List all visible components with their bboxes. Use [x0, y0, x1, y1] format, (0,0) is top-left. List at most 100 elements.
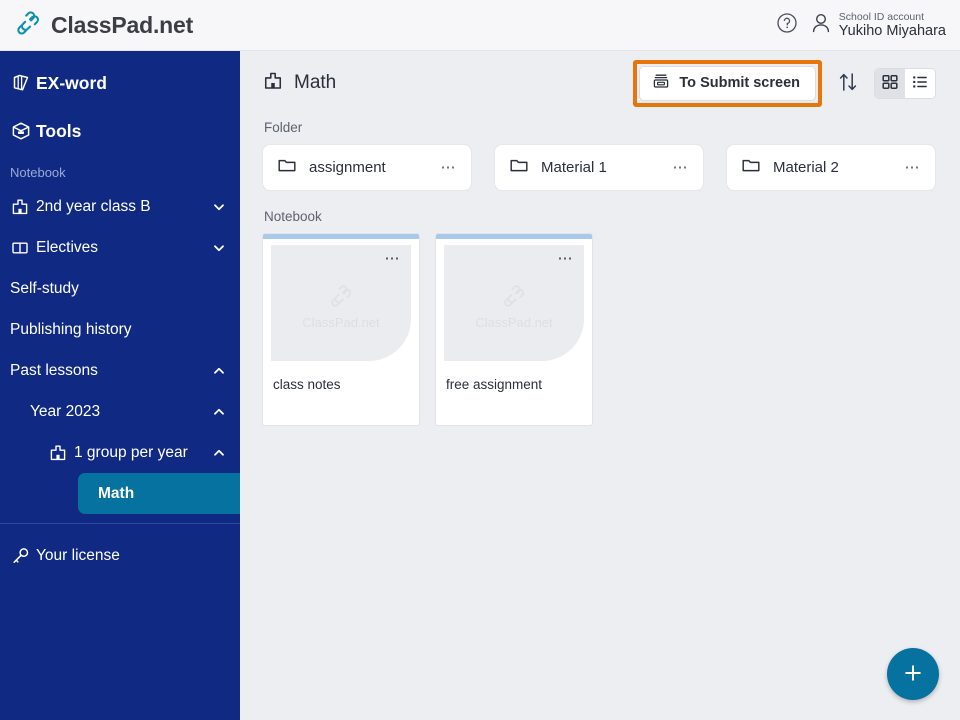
app-window: ClassPad.net School ID account Yukiho Mi…: [0, 0, 960, 720]
sidebar-item-math[interactable]: Math: [78, 473, 240, 514]
account-name: Yukiho Miyahara: [838, 22, 946, 39]
book-icon: [10, 238, 36, 258]
list-icon: [911, 73, 929, 94]
person-icon: [810, 11, 832, 40]
folder-more-menu[interactable]: ⋯: [905, 160, 922, 175]
folder-icon: [277, 156, 297, 179]
notebook-list: ClassPad.net ⋯ class notes ClassPad.net …: [262, 233, 936, 426]
sidebar-item-label: Your license: [36, 546, 120, 564]
sidebar-item-publishing-history[interactable]: Publishing history: [0, 309, 240, 350]
sidebar-item-label: Math: [98, 484, 135, 502]
folder-more-menu[interactable]: ⋯: [441, 160, 458, 175]
sidebar-item-ex-word[interactable]: EX-word: [0, 59, 240, 107]
notebook-card[interactable]: ClassPad.net ⋯ free assignment: [435, 233, 593, 426]
sidebar-item-self-study[interactable]: Self-study: [0, 268, 240, 309]
help-icon[interactable]: [776, 12, 798, 39]
submit-button-highlight: To Submit screen: [633, 59, 822, 107]
chevron-up-icon[interactable]: [212, 364, 226, 378]
notebook-more-menu[interactable]: ⋯: [558, 251, 575, 266]
sidebar-item-label: Publishing history: [10, 320, 132, 338]
class-group-icon: [10, 197, 36, 217]
inbox-tray-icon: [652, 72, 670, 94]
notebook-title: free assignment: [446, 377, 543, 392]
add-new-button[interactable]: [887, 648, 939, 700]
notebook-section: Notebook ClassPad.net ⋯ class notes Clas…: [262, 209, 936, 426]
view-toggle: [874, 67, 936, 99]
plus-icon: [901, 661, 925, 688]
sidebar-item-label: Year 2023: [30, 402, 101, 420]
sidebar-item-label: EX-word: [36, 72, 107, 93]
folder-card[interactable]: Material 2 ⋯: [726, 144, 936, 191]
sidebar-item-label: 1 group per year: [74, 443, 188, 461]
sidebar-item-label: Past lessons: [10, 361, 98, 379]
folder-card[interactable]: Material 1 ⋯: [494, 144, 704, 191]
page-title: Math: [294, 72, 337, 93]
sidebar-item-electives[interactable]: Electives: [0, 227, 240, 268]
content-body: Folder assignment ⋯ Material 1 ⋯ Materia…: [240, 120, 960, 426]
sidebar-item-tools[interactable]: Tools: [0, 107, 240, 155]
folder-card[interactable]: assignment ⋯: [262, 144, 472, 191]
list-view-button[interactable]: [905, 68, 935, 98]
sidebar-item-your-license[interactable]: Your license: [0, 535, 240, 576]
folder-name: assignment: [309, 159, 386, 176]
grid-view-button[interactable]: [875, 68, 905, 98]
notebook-watermark-text: ClassPad.net: [302, 314, 380, 330]
notebook-watermark: ClassPad.net: [302, 283, 380, 330]
brand-logo[interactable]: ClassPad.net: [0, 9, 193, 42]
notebook-watermark: ClassPad.net: [475, 283, 553, 330]
chevron-down-icon[interactable]: [212, 241, 226, 255]
key-icon: [10, 545, 36, 567]
sidebar-item-label: Electives: [36, 238, 99, 256]
notebook-group-label: Notebook: [264, 209, 322, 224]
notebook-card-accent: [263, 234, 419, 239]
notebook-more-menu[interactable]: ⋯: [385, 251, 402, 266]
account-menu[interactable]: School ID account Yukiho Miyahara: [810, 11, 946, 40]
sidebar-divider: [0, 523, 240, 524]
notebook-thumbnail: ClassPad.net ⋯: [271, 245, 411, 361]
content-header: Math To Submit screen: [240, 51, 960, 115]
sidebar-item-label: Self-study: [10, 279, 79, 297]
to-submit-screen-label: To Submit screen: [679, 75, 800, 91]
sidebar-item-label: 2nd year class B: [36, 197, 151, 215]
sort-button[interactable]: [835, 68, 861, 99]
brand-name: ClassPad.net: [51, 11, 194, 38]
classpad-link-icon: [501, 283, 527, 314]
toolbox-icon: [10, 120, 36, 142]
folder-name: Material 1: [541, 159, 607, 176]
main-content: Math To Submit screen Folder assignment …: [240, 51, 960, 720]
notebook-thumbnail: ClassPad.net ⋯: [444, 245, 584, 361]
class-group-icon: [48, 443, 74, 463]
grid-icon: [881, 73, 899, 94]
notebook-watermark-text: ClassPad.net: [475, 314, 553, 330]
chevron-up-icon[interactable]: [212, 405, 226, 419]
class-group-icon: [262, 70, 284, 97]
notebook-title: class notes: [273, 377, 341, 392]
sidebar-item-year-2023[interactable]: Year 2023: [0, 391, 240, 432]
notebook-card-accent: [436, 234, 592, 239]
sidebar-section-notebook: Notebook: [10, 165, 66, 180]
notebook-card[interactable]: ClassPad.net ⋯ class notes: [262, 233, 420, 426]
folder-more-menu[interactable]: ⋯: [673, 160, 690, 175]
classpad-link-icon: [328, 283, 354, 314]
page-title-wrap: Math: [262, 70, 336, 97]
sidebar: EX-word Tools Notebook 2nd year class B …: [0, 51, 240, 720]
sidebar-item-1-group-per-year[interactable]: 1 group per year: [0, 432, 240, 473]
chevron-down-icon[interactable]: [212, 200, 226, 214]
chevron-up-icon[interactable]: [212, 446, 226, 460]
sidebar-item-past-lessons[interactable]: Past lessons: [0, 350, 240, 391]
top-bar: ClassPad.net School ID account Yukiho Mi…: [0, 0, 960, 51]
folder-icon: [509, 156, 529, 179]
account-kind: School ID account: [838, 10, 925, 23]
sidebar-item-2nd-year-class-b[interactable]: 2nd year class B: [0, 186, 240, 227]
folder-list: assignment ⋯ Material 1 ⋯ Material 2 ⋯: [262, 144, 936, 191]
header-actions: To Submit screen: [633, 59, 936, 107]
folder-name: Material 2: [773, 159, 839, 176]
folder-icon: [741, 156, 761, 179]
classpad-link-icon: [14, 9, 42, 42]
dictionary-icon: [10, 72, 36, 94]
sort-arrows-icon: [837, 70, 859, 97]
sidebar-item-label: Tools: [36, 120, 82, 141]
folder-group-label: Folder: [264, 120, 303, 135]
to-submit-screen-button[interactable]: To Submit screen: [639, 65, 816, 101]
top-bar-right: School ID account Yukiho Miyahara: [776, 11, 960, 40]
